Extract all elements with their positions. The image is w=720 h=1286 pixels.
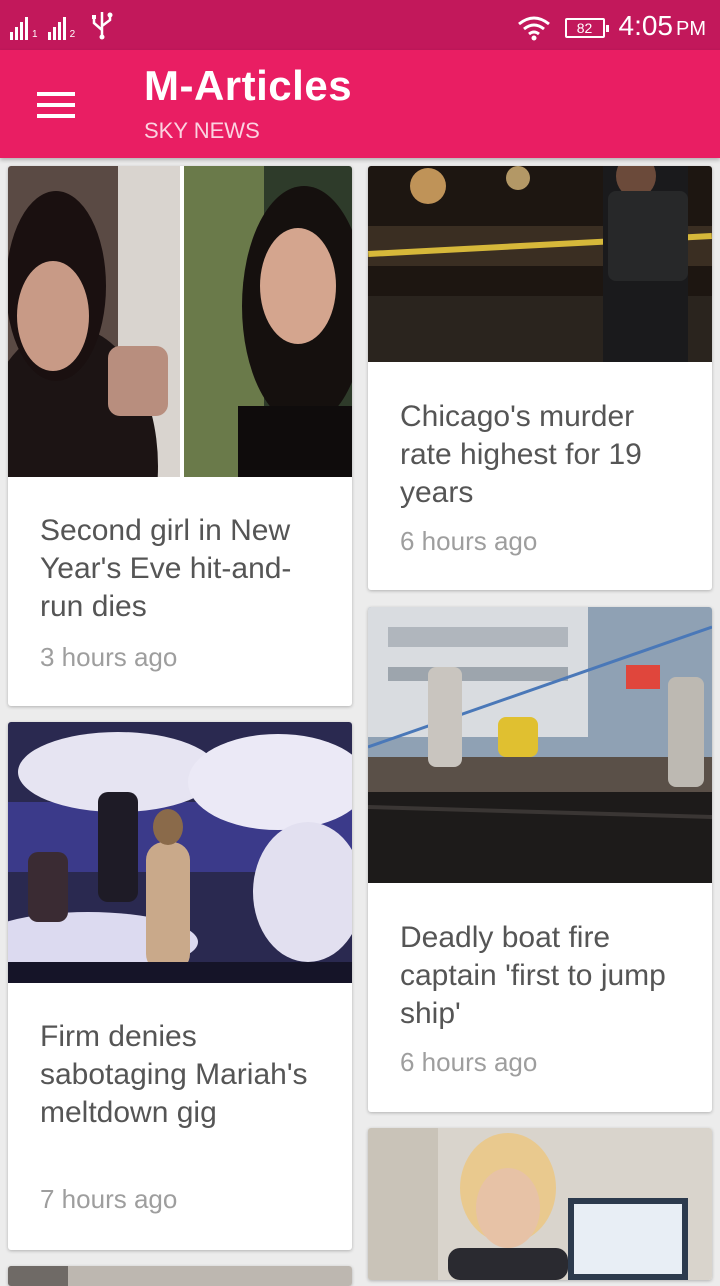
clock-ampm: PM bbox=[676, 18, 706, 40]
article-card[interactable]: Firm denies sabotaging Mariah's meltdown… bbox=[8, 722, 352, 1250]
hamburger-icon bbox=[37, 92, 75, 96]
sim1-label: 1 bbox=[32, 29, 38, 40]
article-time: 7 hours ago bbox=[40, 1184, 178, 1214]
status-bar: 1 2 82 4:05 PM bbox=[0, 0, 720, 50]
sim2-label: 2 bbox=[69, 29, 76, 40]
article-image bbox=[8, 1266, 352, 1286]
article-image bbox=[368, 166, 712, 362]
clock: 4:05 PM bbox=[619, 6, 707, 49]
wifi-icon bbox=[517, 15, 551, 41]
usb-icon bbox=[92, 12, 113, 40]
clock-time: 4:05 bbox=[618, 10, 674, 41]
article-image bbox=[368, 1128, 712, 1280]
app-subtitle: SKY NEWS bbox=[144, 118, 260, 143]
article-card[interactable]: Second girl in New Year's Eve hit-and-ru… bbox=[8, 166, 352, 706]
article-card[interactable]: Deadly boat fire captain 'first to jump … bbox=[368, 607, 712, 1112]
article-title: Deadly boat fire captain 'first to jump … bbox=[400, 921, 666, 1030]
article-image bbox=[8, 166, 352, 477]
article-title: Second girl in New Year's Eve hit-and-ru… bbox=[40, 514, 292, 623]
signal-sim2-icon: 2 bbox=[47, 17, 76, 40]
article-card[interactable] bbox=[8, 1266, 352, 1286]
article-time: 3 hours ago bbox=[40, 642, 178, 672]
battery-level: 82 bbox=[576, 19, 593, 36]
signal-sim1-icon: 1 bbox=[10, 17, 38, 40]
article-image bbox=[8, 722, 352, 983]
app-bar: M-Articles SKY NEWS bbox=[0, 50, 720, 158]
article-title: Firm denies sabotaging Mariah's meltdown… bbox=[40, 1020, 308, 1129]
article-time: 6 hours ago bbox=[400, 526, 538, 556]
article-image bbox=[368, 607, 712, 883]
menu-button[interactable] bbox=[30, 84, 82, 126]
article-time: 6 hours ago bbox=[400, 1047, 538, 1077]
article-card[interactable] bbox=[368, 1128, 712, 1280]
battery-icon: 82 bbox=[564, 17, 609, 38]
app-title: M-Articles bbox=[144, 62, 353, 109]
article-card[interactable]: Chicago's murder rate highest for 19 yea… bbox=[368, 166, 712, 590]
article-title: Chicago's murder rate highest for 19 yea… bbox=[400, 400, 642, 509]
